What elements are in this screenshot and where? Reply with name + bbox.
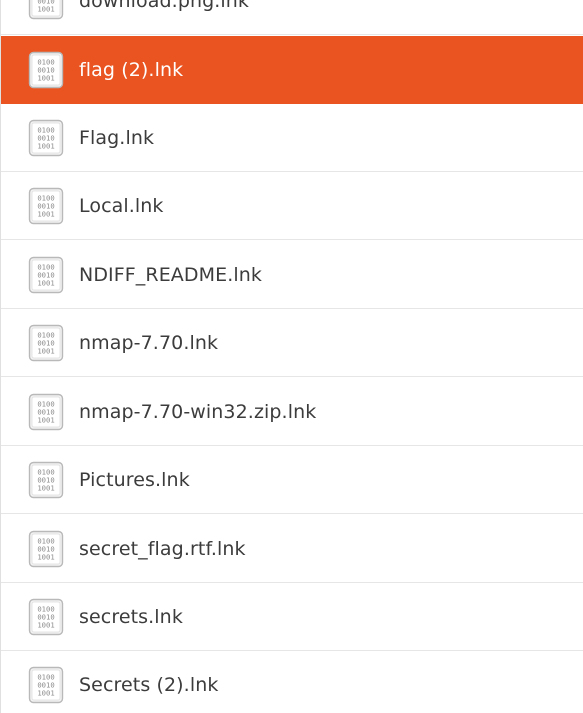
file-row[interactable]: 0100 0010 1001 nmap-7.70.lnk (1, 309, 583, 377)
file-row[interactable]: 0100 0010 1001 nmap-7.70-win32.zip.lnk (1, 378, 583, 446)
file-name: Secrets (2).lnk (79, 673, 219, 696)
svg-text:1001: 1001 (37, 620, 54, 629)
svg-text:1001: 1001 (37, 73, 54, 82)
file-row[interactable]: 0100 0010 1001 secrets.lnk (1, 583, 583, 651)
file-row[interactable]: 0100 0010 1001 Secrets (2).lnk (1, 651, 583, 713)
svg-text:1001: 1001 (37, 4, 54, 13)
file-row-selected[interactable]: 0100 0010 1001 flag (2).lnk (1, 36, 583, 104)
svg-text:1001: 1001 (37, 209, 54, 218)
file-row[interactable]: 0100 0010 1001 Pictures.lnk (1, 446, 583, 514)
binary-file-icon: 010000101001 (28, 461, 64, 499)
file-name: nmap-7.70-win32.zip.lnk (79, 400, 317, 423)
file-name: secret_flag.rtf.lnk (79, 537, 246, 560)
file-row[interactable]: 0100 0010 1001 Flag.lnk (1, 104, 583, 172)
svg-text:1001: 1001 (37, 688, 54, 697)
binary-file-icon: 010000101001 (28, 324, 64, 362)
binary-file-icon: 010000101001 (28, 530, 64, 568)
file-row[interactable]: 0100 0010 1001 NDIFF_README.lnk (1, 241, 583, 309)
binary-file-icon: 010000101001 (28, 187, 64, 225)
svg-text:1001: 1001 (37, 483, 54, 492)
svg-text:1001: 1001 (37, 278, 54, 287)
svg-text:1001: 1001 (37, 346, 54, 355)
binary-file-icon: 010000101001 (28, 598, 64, 636)
binary-file-icon: 010000101001 (28, 393, 64, 431)
file-name: download.png.lnk (79, 0, 250, 12)
file-name: secrets.lnk (79, 605, 183, 628)
binary-file-icon: 010000101001 (28, 119, 64, 157)
file-name: flag (2).lnk (79, 58, 184, 81)
file-name: NDIFF_README.lnk (79, 263, 262, 286)
file-row[interactable]: 010000101001 download.png.lnk (1, 0, 583, 35)
file-name: Pictures.lnk (79, 468, 190, 491)
file-name: nmap-7.70.lnk (79, 331, 219, 354)
file-list: 010000101001 download.png.lnk 0100001010… (0, 0, 583, 713)
svg-text:1001: 1001 (37, 141, 54, 150)
binary-file-icon: 010000101001 (28, 51, 64, 89)
svg-text:1001: 1001 (37, 552, 54, 561)
file-name: Local.lnk (79, 194, 164, 217)
file-row[interactable]: 0100 0010 1001 secret_flag.rtf.lnk (1, 515, 583, 583)
binary-file-icon: 010000101001 (28, 256, 64, 294)
binary-file-icon: 010000101001 (28, 666, 64, 704)
svg-text:1001: 1001 (37, 415, 54, 424)
file-name: Flag.lnk (79, 126, 155, 149)
binary-file-icon: 010000101001 (28, 0, 64, 20)
file-row[interactable]: 0100 0010 1001 Local.lnk (1, 172, 583, 240)
